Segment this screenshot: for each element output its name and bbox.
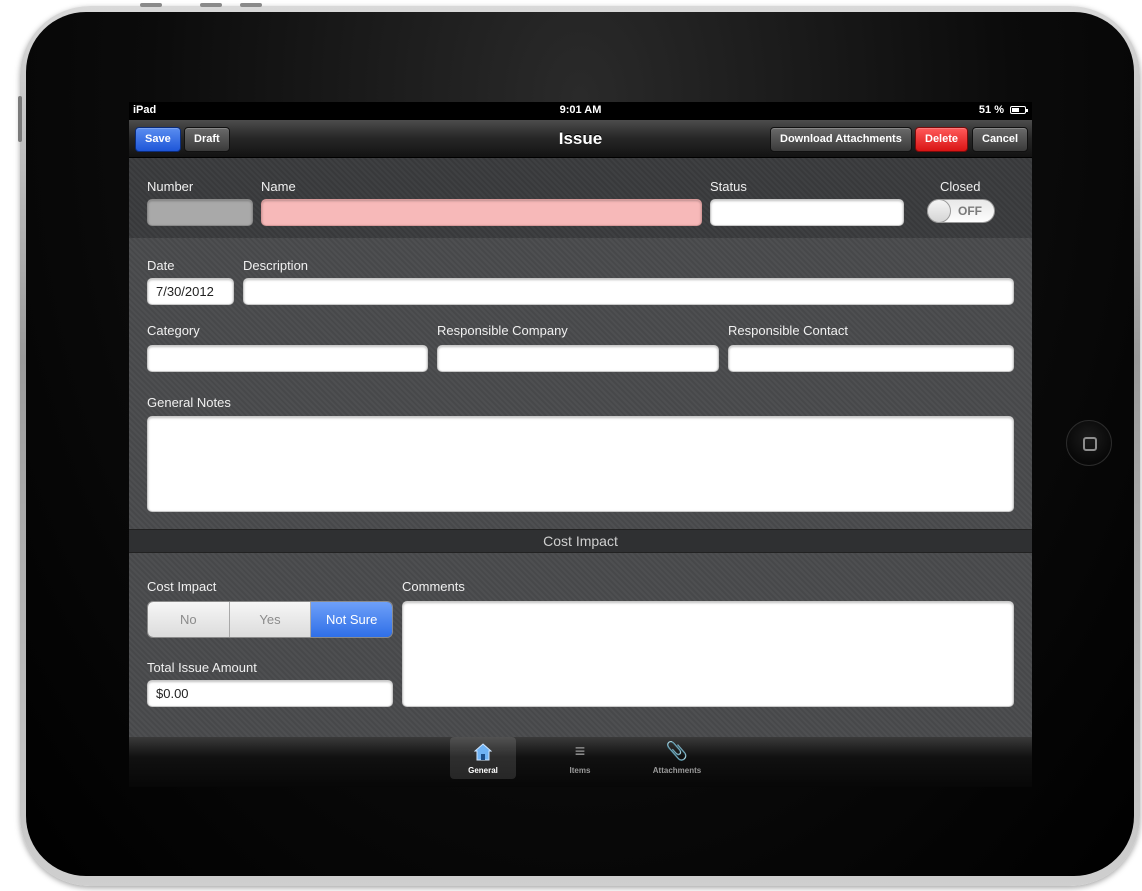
status-battery-percent: 51 %: [978, 104, 1004, 116]
details-section: Date 7/30/2012 Description Category Resp…: [129, 238, 1032, 529]
status-bar: iPad 9:01 AM 51 %: [129, 102, 1032, 120]
description-field[interactable]: [243, 278, 1014, 305]
top-button: [140, 3, 162, 7]
date-field[interactable]: 7/30/2012: [147, 278, 234, 305]
home-icon: [450, 740, 516, 762]
cost-impact-option-yes[interactable]: Yes: [229, 602, 312, 637]
name-label: Name: [261, 179, 296, 194]
description-label: Description: [243, 258, 309, 273]
responsible-contact-field[interactable]: [728, 345, 1014, 372]
status-time: 9:01 AM: [559, 104, 602, 116]
total-amount-field[interactable]: $0.00: [147, 680, 393, 707]
battery-icon: [1010, 106, 1028, 114]
category-field[interactable]: [147, 345, 428, 372]
toggle-knob: [927, 199, 951, 223]
tab-attachments-label: Attachments: [652, 766, 702, 775]
home-square-icon: [1083, 437, 1097, 451]
cost-impact-section-header: Cost Impact: [129, 529, 1032, 553]
status-label: Status: [710, 179, 747, 194]
cost-section: Cost Impact Comments Total Issue Amount …: [129, 553, 1032, 737]
closed-toggle[interactable]: OFF: [927, 199, 995, 223]
toggle-state: OFF: [958, 204, 982, 218]
tab-items[interactable]: ≡ Items: [547, 737, 613, 779]
tab-general[interactable]: General: [450, 737, 516, 779]
header-section: Number Name Status Closed: [129, 158, 1032, 238]
cost-impact-segmented-control: No Yes Not Sure: [147, 601, 393, 638]
responsible-company-label: Responsible Company: [437, 323, 568, 338]
cost-impact-option-not-sure[interactable]: Not Sure: [311, 602, 392, 637]
date-label: Date: [147, 258, 175, 273]
total-amount-label: Total Issue Amount: [147, 660, 257, 675]
tab-items-label: Items: [569, 766, 591, 775]
responsible-contact-label: Responsible Contact: [728, 323, 848, 338]
cancel-button[interactable]: Cancel: [972, 127, 1029, 152]
closed-label: Closed: [940, 179, 981, 194]
download-attachments-button[interactable]: Download Attachments: [770, 127, 912, 152]
cost-impact-label: Cost Impact: [147, 579, 217, 594]
cost-impact-option-no[interactable]: No: [148, 602, 230, 637]
home-button[interactable]: [1066, 420, 1112, 466]
nav-bar: Save Draft Issue Download Attachments De…: [129, 120, 1032, 158]
app-screen: iPad 9:01 AM 51 % Save Draft Issue Downl…: [129, 102, 1032, 757]
name-field[interactable]: [261, 199, 702, 226]
responsible-company-field[interactable]: [437, 345, 719, 372]
paperclip-icon: 📎: [665, 741, 689, 761]
delete-button[interactable]: Delete: [915, 127, 969, 152]
tab-attachments[interactable]: 📎 Attachments: [644, 737, 710, 779]
number-field[interactable]: [147, 199, 253, 226]
side-button: [18, 96, 22, 142]
comments-field[interactable]: [402, 601, 1014, 707]
general-notes-field[interactable]: [147, 416, 1014, 512]
status-field[interactable]: [710, 199, 904, 226]
list-icon: ≡: [574, 741, 586, 761]
tab-general-label: General: [468, 766, 498, 775]
category-label: Category: [147, 323, 200, 338]
top-button: [240, 3, 262, 7]
comments-label: Comments: [402, 579, 465, 594]
top-button: [200, 3, 222, 7]
number-label: Number: [147, 179, 194, 194]
general-notes-label: General Notes: [147, 395, 231, 410]
